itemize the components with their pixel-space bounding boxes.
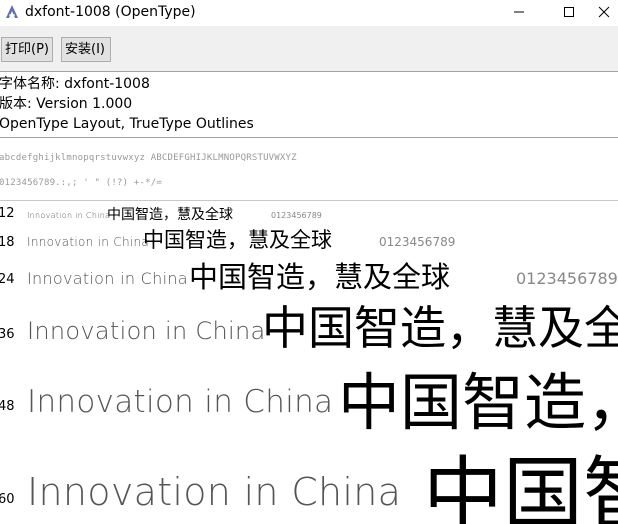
minimize-button[interactable] [496,0,542,24]
print-button[interactable]: 打印(P) [1,37,53,62]
sample-size-label: 12 [0,206,15,221]
font-version-label: 版本: Version 1.000 [0,96,133,112]
sample-size-label: 36 [0,327,15,342]
sample-digits-text: 0123456789 [379,235,456,249]
sample-size-label: 18 [0,235,15,250]
sample-latin-text: Innovation in China [27,470,402,514]
font-app-icon [6,5,18,18]
sample-latin-text: Innovation in China [27,317,266,345]
sample-latin-text: Innovation in China [27,384,334,420]
sample-size-label: 24 [0,272,15,287]
sample-cjk-text: 中国智造，慧及全球 [262,301,618,355]
font-outline-label: OpenType Layout, TrueType Outlines [0,116,254,132]
info-divider [0,137,618,138]
install-button[interactable]: 安装(I) [61,37,111,62]
font-viewer-window: dxfont-1008 (OpenType) 打印(P) 安装(I) 字体名称:… [0,0,618,524]
sample-size-label: 48 [0,399,15,414]
sample-cjk-text: 中国智造，慧及全球 [423,448,618,524]
charset-digits: 0123456789.:,; ' " (!?) +-*/= [0,178,162,188]
sample-cjk-text: 中国智造，慧及全球 [189,260,451,294]
close-icon [598,6,610,18]
toolbar: 打印(P) 安装(I) [0,26,618,72]
minimize-icon [514,11,524,13]
toolbar-divider [0,71,618,72]
sample-cjk-text: 中国智造，慧及全球 [143,228,332,252]
title-bar: dxfont-1008 (OpenType) [0,0,618,26]
sample-latin-text: Innovation in China [27,235,150,249]
sample-cjk-text: 中国智造，慧及全球 [338,366,618,439]
charset-divider [0,200,618,201]
font-name-label: 字体名称: dxfont-1008 [0,76,150,92]
window-title: dxfont-1008 (OpenType) [25,4,196,20]
sample-latin-text: Innovation in China [27,211,111,220]
maximize-icon [564,7,574,17]
sample-digits-text: 0123456789 [516,269,618,288]
sample-size-label: 60 [0,492,15,507]
sample-latin-text: Innovation in China [27,269,188,288]
close-button[interactable] [590,0,618,24]
charset-letters: abcdefghijklmnopqrstuvwxyz ABCDEFGHIJKLM… [0,153,297,163]
sample-cjk-text: 中国智造，慧及全球 [107,207,233,223]
sample-digits-text: 0123456789 [271,211,322,220]
maximize-button[interactable] [546,0,592,24]
